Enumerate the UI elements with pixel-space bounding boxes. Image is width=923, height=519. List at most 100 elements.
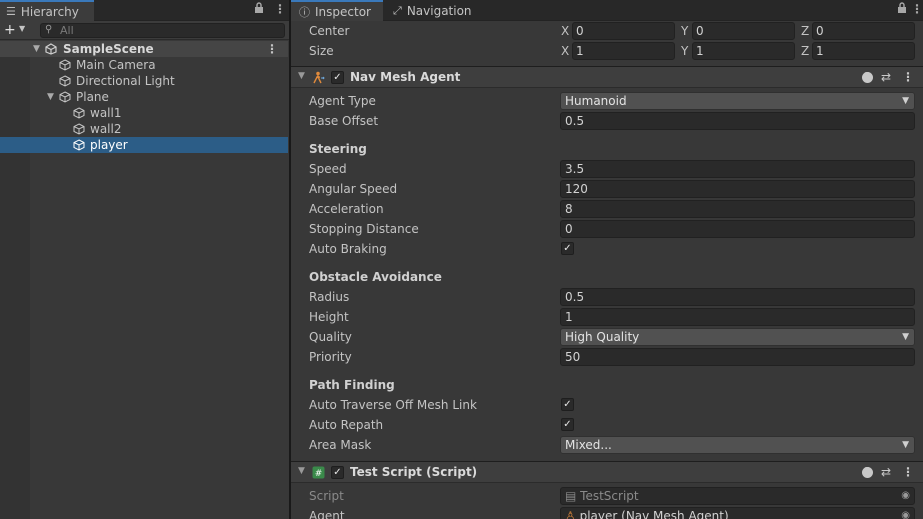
object-picker-icon[interactable]: ◉ [901,508,910,519]
hierarchy-item-wall2[interactable]: wall2 [0,121,288,137]
hierarchy-item-wall1[interactable]: wall1 [0,105,288,121]
section-header: Path Finding [309,378,395,392]
cube-icon [59,91,71,103]
search-icon: ⚲ [45,24,53,35]
priority-field[interactable]: 50 [560,348,915,366]
script-icon: # [312,466,325,479]
hierarchy-item-player[interactable]: player [0,137,288,153]
size-x-field[interactable]: 1 [572,42,675,60]
height-field[interactable]: 1 [560,308,915,326]
property-label: Size [309,44,334,58]
object-picker-icon[interactable]: ◉ [901,488,910,504]
property-label: Agent Type [309,94,376,108]
property-auto-repath: Auto Repath ✓ [291,415,923,435]
chevron-down-icon[interactable]: ▼ [19,24,25,33]
property-area-mask: Area Mask Mixed... ▼ [291,435,923,455]
nav-agent-icon [313,71,325,84]
component-enabled-checkbox[interactable]: ✓ [331,71,344,84]
hierarchy-item-label: Main Camera [76,58,156,72]
add-object-button[interactable]: + [4,22,16,38]
kebab-menu-icon[interactable]: ⋮ [911,2,923,16]
tab-inspector[interactable]: ⓘ Inspector [291,0,383,21]
search-placeholder: All [60,24,74,37]
chevron-down-icon: ▼ [902,96,909,106]
property-label: Center [309,24,350,38]
area-mask-dropdown[interactable]: Mixed... ▼ [560,436,915,454]
property-label: Angular Speed [309,182,398,196]
kebab-menu-icon[interactable]: ⋮ [274,2,286,16]
component-title: Test Script (Script) [350,465,478,479]
property-label: Auto Repath [309,418,384,432]
list-icon: ☰ [6,5,16,18]
search-input[interactable]: ⚲ All [40,23,285,38]
agent-type-dropdown[interactable]: Humanoid ▼ [560,92,915,110]
section-steering: Steering [291,139,923,159]
auto-traverse-checkbox[interactable]: ✓ [561,398,574,411]
property-speed: Speed 3.5 [291,159,923,179]
hierarchy-item-label: Directional Light [76,74,175,88]
property-label: Quality [309,330,352,344]
lock-icon[interactable] [897,2,907,17]
agent-object-field[interactable]: ♙ player (Nav Mesh Agent) ◉ [560,507,915,519]
property-stopping-distance: Stopping Distance 0 [291,219,923,239]
tab-hierarchy-label: Hierarchy [20,4,79,19]
chevron-down-icon: ▼ [902,332,909,342]
property-radius: Radius 0.5 [291,287,923,307]
dropdown-value: Mixed... [565,438,612,452]
base-offset-field[interactable]: 0.5 [560,112,915,130]
center-z-field[interactable]: 0 [812,22,915,40]
hierarchy-item-samplescene[interactable]: ▼ SampleScene ⋮ [0,41,288,57]
center-y-field[interactable]: 0 [692,22,795,40]
y-label: Y [681,24,689,38]
property-acceleration: Acceleration 8 [291,199,923,219]
sliders-icon[interactable]: ⇄ [881,465,891,479]
fold-arrow-icon[interactable]: ▼ [298,466,305,476]
property-center: Center X 0 Y 0 Z 0 [291,21,923,41]
help-icon[interactable]: ? [862,71,873,83]
angular-speed-field[interactable]: 120 [560,180,915,198]
unity-scene-icon [45,43,57,55]
size-z-field[interactable]: 1 [812,42,915,60]
hierarchy-item-label: SampleScene [63,42,154,56]
help-icon[interactable]: ? [862,466,873,478]
nav-agent-icon: ♙ [565,509,576,519]
cube-icon [59,59,71,71]
lock-icon[interactable] [254,2,264,17]
kebab-menu-icon[interactable]: ⋮ [266,41,278,57]
component-header-nav-mesh-agent[interactable]: ▼ ✓ Nav Mesh Agent ? ⇄ ⋮ [291,66,923,88]
property-label: Radius [309,290,350,304]
hierarchy-item-main-camera[interactable]: Main Camera [0,57,288,73]
hierarchy-item-directional-light[interactable]: Directional Light [0,73,288,89]
acceleration-field[interactable]: 8 [560,200,915,218]
info-icon: ⓘ [299,5,310,19]
tab-navigation[interactable]: ⤢ Navigation [387,0,477,21]
radius-field[interactable]: 0.5 [560,288,915,306]
kebab-menu-icon[interactable]: ⋮ [902,70,914,84]
z-label: Z [801,44,810,58]
auto-braking-checkbox[interactable]: ✓ [561,242,574,255]
fold-arrow-icon[interactable]: ▼ [298,71,305,81]
tab-hierarchy[interactable]: ☰ Hierarchy [0,0,94,21]
section-header: Steering [309,142,367,156]
center-x-field[interactable]: 0 [572,22,675,40]
cube-icon [73,107,85,119]
kebab-menu-icon[interactable]: ⋮ [902,465,914,479]
quality-dropdown[interactable]: High Quality ▼ [560,328,915,346]
auto-repath-checkbox[interactable]: ✓ [561,418,574,431]
property-size: Size X 1 Y 1 Z 1 [291,41,923,61]
stopping-distance-field[interactable]: 0 [560,220,915,238]
property-label: Speed [309,162,347,176]
hierarchy-item-plane[interactable]: ▼ Plane [0,89,288,105]
property-angular-speed: Angular Speed 120 [291,179,923,199]
hierarchy-panel: ☰ Hierarchy ⋮ + ▼ ⚲ All ▼ SampleScene ⋮ … [0,0,289,519]
speed-field[interactable]: 3.5 [560,160,915,178]
x-label: X [561,44,570,58]
component-enabled-checkbox[interactable]: ✓ [331,466,344,479]
property-quality: Quality High Quality ▼ [291,327,923,347]
property-label: Agent [309,509,345,519]
sliders-icon[interactable]: ⇄ [881,70,891,84]
expand-arrow-icon[interactable]: ▼ [33,41,40,57]
expand-arrow-icon[interactable]: ▼ [47,89,54,105]
component-header-test-script[interactable]: ▼ # ✓ Test Script (Script) ? ⇄ ⋮ [291,461,923,483]
size-y-field[interactable]: 1 [692,42,795,60]
